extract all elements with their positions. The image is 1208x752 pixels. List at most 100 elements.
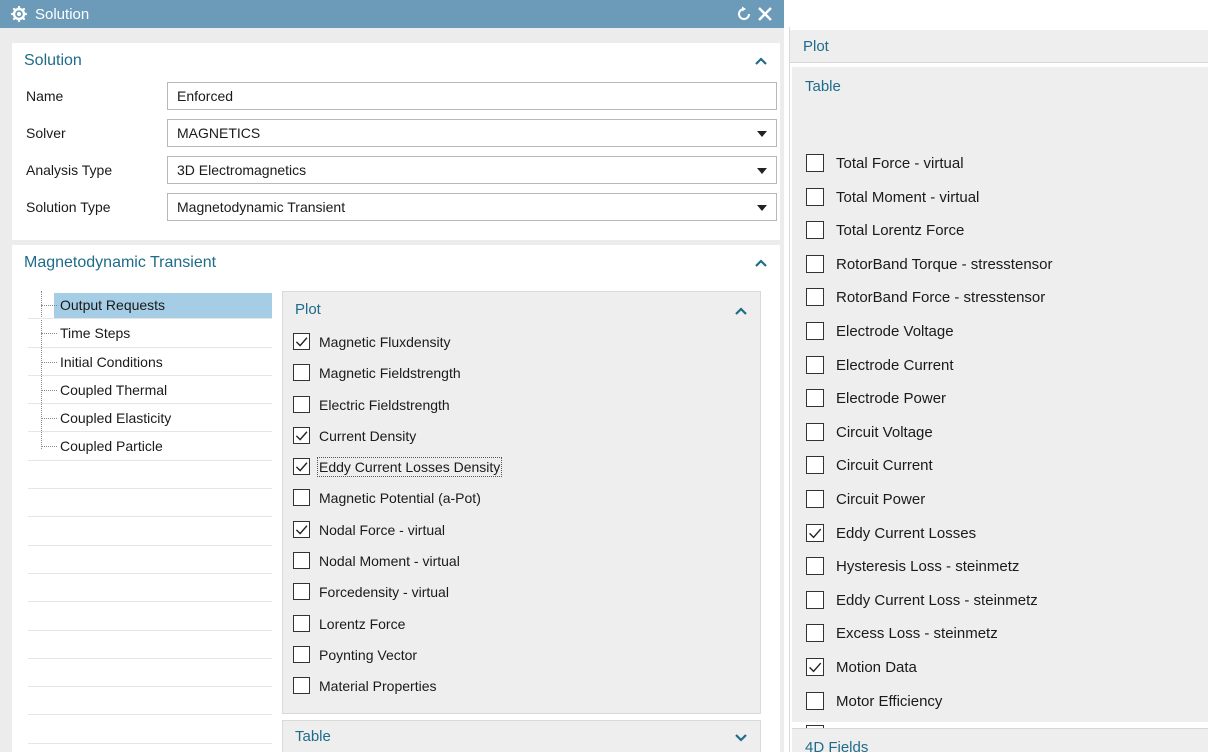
tree-row: Coupled Thermal (28, 376, 272, 405)
chevron-up-icon[interactable] (754, 56, 768, 66)
checkbox-unchecked[interactable] (806, 624, 824, 643)
checkbox-unchecked[interactable] (806, 221, 824, 240)
checkbox-unchecked[interactable] (806, 422, 824, 441)
dropdown-field[interactable]: MAGNETICS (167, 119, 777, 147)
plot-option-label: Poynting Vector (319, 646, 418, 663)
tree-item[interactable]: Coupled Elasticity (28, 404, 272, 432)
field-value: MAGNETICS (177, 125, 261, 141)
checkbox-unchecked[interactable] (806, 355, 824, 374)
plot-option[interactable]: Magnetic Potential (a-Pot) (283, 484, 760, 515)
plot-option[interactable]: Nodal Force - virtual (283, 516, 760, 547)
checkbox-unchecked[interactable] (293, 395, 310, 413)
checkbox-checked[interactable] (806, 657, 824, 676)
right-plot-header[interactable]: Plot (790, 30, 1208, 63)
transient-section-header[interactable]: Magnetodynamic Transient (12, 245, 780, 281)
checkbox-unchecked[interactable] (806, 557, 824, 576)
checkbox-unchecked[interactable] (806, 691, 824, 710)
checkbox-unchecked[interactable] (293, 677, 310, 695)
right-plot-title: Plot (803, 38, 829, 55)
plot-option[interactable]: Eddy Current Losses Density (283, 453, 760, 484)
table-option[interactable]: Circuit Current (792, 449, 1208, 483)
checkbox-unchecked[interactable] (806, 456, 824, 475)
plot-option[interactable]: Poynting Vector (283, 641, 760, 672)
text-field[interactable]: Enforced (167, 82, 777, 110)
checkbox-unchecked[interactable] (806, 489, 824, 508)
checkbox-unchecked[interactable] (806, 590, 824, 609)
table-option[interactable]: Total Force - virtual (792, 147, 1208, 181)
table-option[interactable]: Electrode Voltage (792, 315, 1208, 349)
output-tree: Output Requests Time Steps Initial Conditi… (28, 291, 272, 752)
right-4d-fields-header[interactable]: 4D Fields (792, 728, 1208, 752)
table-option[interactable]: Electrode Current (792, 349, 1208, 383)
tree-row (28, 546, 272, 574)
checkbox-unchecked[interactable] (293, 364, 310, 382)
table-option[interactable]: Total Moment - virtual (792, 181, 1208, 215)
checkbox-unchecked[interactable] (293, 583, 310, 601)
table-option[interactable]: Eddy Current Loss - steinmetz (792, 584, 1208, 618)
checkbox-checked[interactable] (293, 458, 310, 476)
table-option[interactable]: Eddy Current Losses (792, 517, 1208, 551)
checkbox-checked[interactable] (293, 333, 310, 350)
dropdown-arrow-icon[interactable] (757, 131, 767, 137)
checkbox-checked[interactable] (293, 520, 310, 538)
table-option[interactable]: Motor Efficiency (792, 685, 1208, 719)
table-option[interactable]: Total Lorentz Force (792, 214, 1208, 248)
table-option-label: Total Lorentz Force (836, 222, 965, 240)
tree-row: Coupled Particle (28, 432, 272, 461)
table-option[interactable]: Excess Loss - steinmetz (792, 617, 1208, 651)
table-panel[interactable]: Table (282, 720, 761, 752)
tree-row (28, 687, 272, 716)
table-option[interactable]: RotorBand Force - stresstensor (792, 281, 1208, 315)
tree-item[interactable]: Initial Conditions (28, 348, 272, 376)
solution-fields: Name Enforced Solver MAGNETICS Analysis Type… (12, 79, 780, 227)
checkbox-unchecked[interactable] (806, 154, 824, 172)
checkbox-unchecked[interactable] (806, 254, 824, 273)
table-option[interactable]: Motion Data (792, 651, 1208, 685)
plot-option[interactable]: Magnetic Fluxdensity (283, 328, 760, 359)
chevron-up-icon[interactable] (734, 306, 748, 316)
dialog-titlebar: Solution (0, 0, 784, 28)
dropdown-arrow-icon[interactable] (757, 205, 767, 211)
plot-option[interactable]: Magnetic Fieldstrength (283, 359, 760, 390)
plot-option[interactable]: Electric Fieldstrength (283, 391, 760, 422)
tree-item[interactable]: Coupled Thermal (28, 376, 272, 404)
checkbox-unchecked[interactable] (806, 187, 824, 206)
reset-icon[interactable] (736, 6, 752, 22)
checkbox-unchecked[interactable] (806, 321, 824, 340)
table-option[interactable]: Hysteresis Loss - steinmetz (792, 550, 1208, 584)
plot-option[interactable]: Nodal Moment - virtual (283, 547, 760, 578)
chevron-up-icon[interactable] (754, 258, 768, 268)
checkbox-unchecked[interactable] (293, 489, 310, 507)
plot-option[interactable]: Material Properties (283, 672, 760, 703)
checkbox-checked[interactable] (293, 426, 310, 444)
checkbox-unchecked[interactable] (806, 389, 824, 408)
checkbox-unchecked[interactable] (293, 645, 310, 663)
table-option[interactable]: Circuit Power (792, 483, 1208, 517)
table-option[interactable]: RotorBand Torque - stresstensor (792, 248, 1208, 282)
form-row: Solution Type Magnetodynamic Transient (12, 190, 780, 227)
tree-item[interactable]: Output Requests (28, 291, 272, 319)
table-option[interactable]: Circuit Voltage (792, 416, 1208, 450)
dropdown-field[interactable]: 3D Electromagnetics (167, 156, 777, 184)
table-option[interactable]: Electrode Power (792, 382, 1208, 416)
plot-option[interactable]: Lorentz Force (283, 610, 760, 641)
plot-option[interactable]: Current Density (283, 422, 760, 453)
tree-row: Output Requests (28, 291, 272, 320)
chevron-down-icon[interactable] (734, 733, 748, 743)
plot-option[interactable]: Forcedensity - virtual (283, 578, 760, 609)
checkbox-unchecked[interactable] (293, 552, 310, 570)
checkbox-unchecked[interactable] (806, 288, 824, 307)
tree-item-label: Coupled Elasticity (60, 410, 172, 427)
tree-item[interactable]: Time Steps (28, 319, 272, 347)
table-option-label: Electrode Current (836, 356, 954, 374)
checkbox-checked[interactable] (806, 523, 824, 542)
dropdown-arrow-icon[interactable] (757, 168, 767, 174)
close-icon[interactable] (756, 5, 774, 23)
tree-item[interactable]: Coupled Particle (28, 432, 272, 460)
checkbox-unchecked[interactable] (293, 614, 310, 632)
dropdown-field[interactable]: Magnetodynamic Transient (167, 193, 777, 221)
solution-section-header[interactable]: Solution (12, 43, 780, 79)
table-option-label: RotorBand Torque - stresstensor (836, 255, 1053, 273)
plot-panel-header[interactable]: Plot (283, 292, 760, 328)
right-output-panel: Plot Table Total Force - virtual Total Mo… (789, 27, 1208, 752)
